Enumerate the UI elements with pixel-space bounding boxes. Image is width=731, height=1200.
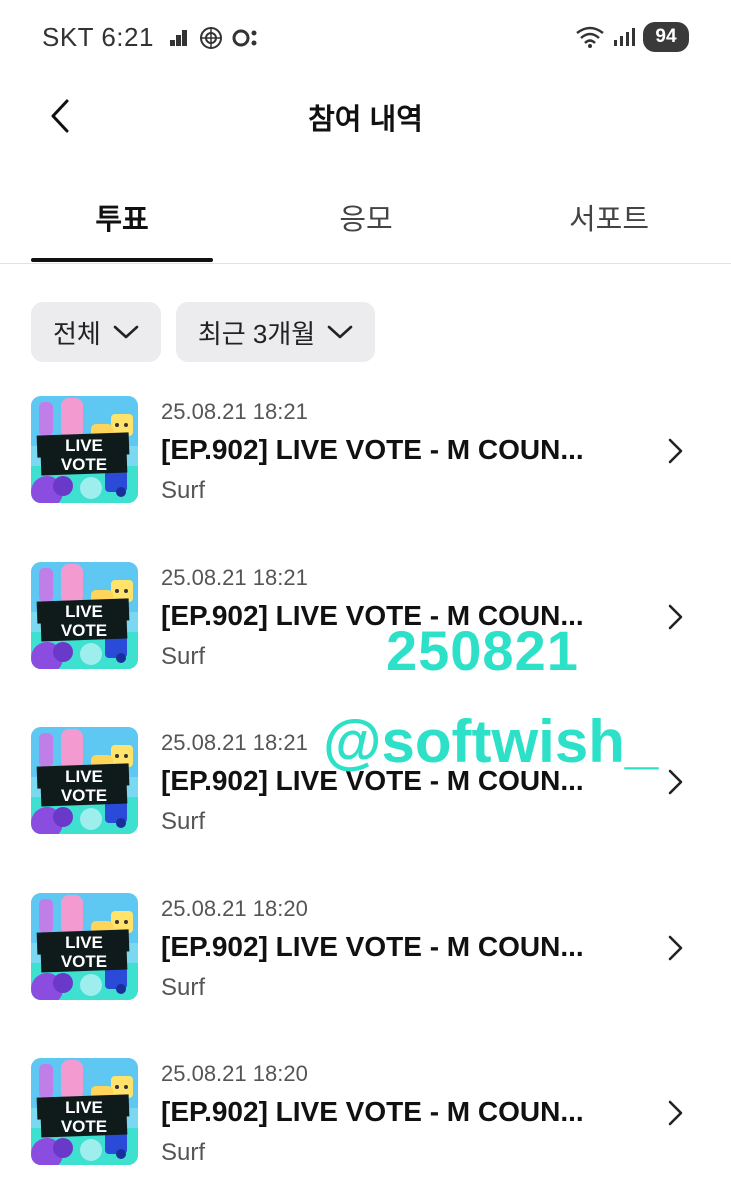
thumb-text-live: LIVE [65,767,103,786]
thumb-text-vote: VOTE [61,952,107,971]
item-date: 25.08.21 18:21 [161,730,308,755]
vote-thumbnail: LIVE VOTE [31,727,138,834]
filter-period-dropdown[interactable]: 최근 3개월 [175,302,376,362]
item-subtitle: Surf [161,1139,206,1166]
item-subtitle: Surf [161,808,206,835]
tab-active-indicator [31,258,213,262]
chevron-right-icon [668,935,683,960]
vote-thumbnail: LIVE VOTE [31,561,138,669]
vote-list-item[interactable]: LIVE VOTE 25.08.21 18:21 [EP.902] LIVE V… [0,723,731,889]
item-subtitle: Surf [161,973,206,1001]
thumb-text-vote: VOTE [61,786,107,805]
thumb-text-live: LIVE [65,436,103,455]
vote-thumbnail: LIVE VOTE [31,1058,138,1165]
filter-category-label: 전체 [53,318,101,349]
item-title: [EP.902] LIVE VOTE - M COUN... [161,599,584,631]
item-subtitle: Surf [161,642,206,670]
thumb-text-vote: VOTE [61,455,107,474]
tab-entry[interactable]: 응모 [275,196,457,256]
chevron-down-icon [113,325,139,339]
battery-indicator: 94 [643,22,689,52]
filter-bar: 전체 최근 3개월 [31,302,376,362]
vote-list-item[interactable]: LIVE VOTE 25.08.21 18:20 [EP.902] LIVE V… [0,1054,731,1200]
chevron-right-icon [668,438,683,464]
page-title: 참여 내역 [308,104,423,136]
item-date: 25.08.21 18:20 [161,895,308,921]
vote-list-item[interactable]: LIVE VOTE 25.08.21 18:21 [EP.902] LIVE V… [0,558,731,724]
chevron-right-icon [668,1100,683,1126]
cell-signal-icon [614,28,635,46]
tab-bar: 투표 응모 서포트 [0,176,731,264]
vote-list-item[interactable]: LIVE VOTE 25.08.21 18:21 [EP.902] LIVE V… [0,392,731,558]
item-date: 25.08.21 18:21 [161,399,308,424]
vote-thumbnail: LIVE VOTE [31,396,138,503]
item-title: [EP.902] LIVE VOTE - M COUN... [161,930,584,962]
thumb-text-live: LIVE [65,1098,103,1117]
thumb-text-live: LIVE [65,933,103,952]
item-title: [EP.902] LIVE VOTE - M COUN... [161,434,584,465]
item-date: 25.08.21 18:20 [161,1061,308,1086]
tab-support[interactable]: 서포트 [518,196,700,256]
vote-thumbnail: LIVE VOTE [31,892,138,1000]
chevron-right-icon [668,769,683,795]
thumb-text-vote: VOTE [61,621,107,640]
vote-list-item[interactable]: LIVE VOTE 25.08.21 18:20 [EP.902] LIVE V… [0,889,731,1055]
globe-icon [199,26,222,49]
header: 참여 내역 [0,76,731,156]
carrier-time: SKT 6:21 [42,22,154,52]
vote-history-list: LIVE VOTE 25.08.21 18:21 [EP.902] LIVE V… [0,392,731,1200]
thumb-text-live: LIVE [65,602,103,621]
item-title: [EP.902] LIVE VOTE - M COUN... [161,765,584,796]
chevron-down-icon [327,325,353,339]
filter-period-label: 최근 3개월 [197,318,316,349]
tab-vote[interactable]: 투표 [31,196,213,256]
chevron-right-icon [668,604,683,629]
signal-small-icon [169,29,187,46]
record-icon [232,29,257,46]
item-date: 25.08.21 18:21 [161,564,308,590]
wifi-icon [576,26,604,48]
thumb-text-vote: VOTE [61,1117,107,1136]
item-title: [EP.902] LIVE VOTE - M COUN... [161,1096,584,1127]
item-subtitle: Surf [161,477,206,504]
status-bar: SKT 6:21 94 [0,0,731,76]
filter-category-dropdown[interactable]: 전체 [31,302,161,362]
